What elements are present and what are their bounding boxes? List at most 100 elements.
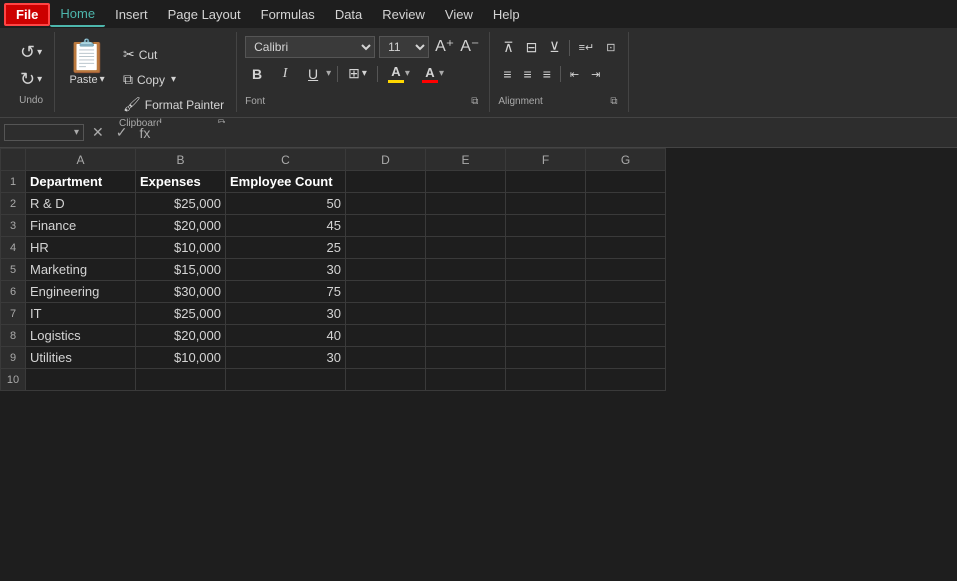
cell[interactable] [426, 171, 506, 193]
name-box[interactable]: ▾ [4, 124, 84, 141]
align-left-button[interactable]: ≡ [498, 63, 516, 85]
cell[interactable] [26, 369, 136, 391]
cell[interactable] [426, 325, 506, 347]
cell[interactable]: $25,000 [136, 193, 226, 215]
cut-button[interactable]: ✂ Cut [119, 44, 228, 65]
menu-item-formulas[interactable]: Formulas [251, 3, 325, 26]
cell[interactable]: IT [26, 303, 136, 325]
cell[interactable] [346, 303, 426, 325]
cell[interactable] [586, 325, 666, 347]
col-header-g[interactable]: G [586, 149, 666, 171]
menu-item-data[interactable]: Data [325, 3, 372, 26]
align-top-button[interactable]: ⊼ [498, 36, 518, 59]
cell[interactable] [426, 193, 506, 215]
cell[interactable] [586, 171, 666, 193]
increase-indent-button[interactable]: ⇥ [586, 65, 605, 84]
cell[interactable] [506, 281, 586, 303]
cell[interactable]: Utilities [26, 347, 136, 369]
format-painter-button[interactable]: 🖌 Format Painter [119, 94, 228, 115]
cell[interactable] [346, 215, 426, 237]
cell[interactable]: Employee Count [226, 171, 346, 193]
cell[interactable] [586, 303, 666, 325]
cell[interactable] [346, 347, 426, 369]
undo-button[interactable]: ↺ ▾ [16, 40, 46, 65]
cell[interactable]: Logistics [26, 325, 136, 347]
underline-button[interactable]: U [301, 64, 325, 84]
cell[interactable]: 30 [226, 303, 346, 325]
formula-confirm-button[interactable]: ✓ [112, 122, 132, 143]
cell[interactable] [346, 171, 426, 193]
copy-button[interactable]: ⧉ Copy ▾ [119, 69, 228, 90]
cell[interactable] [506, 325, 586, 347]
formula-fx-button[interactable]: fx [135, 123, 154, 143]
cell[interactable] [506, 193, 586, 215]
cell[interactable]: Marketing [26, 259, 136, 281]
align-bottom-button[interactable]: ⊻ [544, 36, 564, 59]
font-expand-button[interactable]: ⧉ [468, 95, 481, 108]
decrease-font-size-button[interactable]: A⁻ [458, 39, 481, 55]
cell[interactable]: Engineering [26, 281, 136, 303]
decrease-indent-button[interactable]: ⇤ [565, 65, 584, 84]
cell[interactable] [136, 369, 226, 391]
redo-button[interactable]: ↻ ▾ [16, 67, 46, 92]
menu-item-view[interactable]: View [435, 3, 483, 26]
cell[interactable] [346, 325, 426, 347]
menu-item-insert[interactable]: Insert [105, 3, 158, 26]
cell[interactable] [426, 281, 506, 303]
menu-item-home[interactable]: Home [50, 2, 105, 27]
borders-button[interactable]: ⊞ ▾ [344, 63, 371, 84]
font-name-select[interactable]: Calibri [245, 36, 375, 58]
cell[interactable] [426, 215, 506, 237]
cell[interactable]: $20,000 [136, 325, 226, 347]
cell[interactable]: 45 [226, 215, 346, 237]
formula-cancel-button[interactable]: ✕ [88, 122, 108, 143]
cell[interactable] [586, 193, 666, 215]
cell[interactable]: $10,000 [136, 347, 226, 369]
col-header-e[interactable]: E [426, 149, 506, 171]
cell[interactable] [426, 303, 506, 325]
cell[interactable] [506, 303, 586, 325]
cell[interactable] [506, 369, 586, 391]
cell[interactable] [346, 259, 426, 281]
cell[interactable] [586, 215, 666, 237]
cell[interactable]: 75 [226, 281, 346, 303]
cell[interactable]: 40 [226, 325, 346, 347]
cell[interactable] [226, 369, 346, 391]
menu-item-page-layout[interactable]: Page Layout [158, 3, 251, 26]
align-right-button[interactable]: ≡ [538, 63, 556, 85]
merge-center-button[interactable]: ⊡ [601, 38, 620, 57]
wrap-text-button[interactable]: ≡↵ [574, 38, 600, 57]
menu-item-review[interactable]: Review [372, 3, 435, 26]
cell[interactable] [346, 193, 426, 215]
cell[interactable] [506, 237, 586, 259]
cell[interactable] [586, 281, 666, 303]
cell[interactable]: Expenses [136, 171, 226, 193]
highlight-color-button[interactable]: A ▾ [384, 62, 414, 85]
font-size-select[interactable]: 11 [379, 36, 429, 58]
col-header-a[interactable]: A [26, 149, 136, 171]
formula-input[interactable] [158, 123, 953, 142]
cell[interactable] [346, 369, 426, 391]
italic-button[interactable]: I [273, 64, 297, 84]
col-header-c[interactable]: C [226, 149, 346, 171]
cell[interactable]: HR [26, 237, 136, 259]
increase-font-size-button[interactable]: A⁺ [433, 39, 456, 55]
paste-button[interactable]: 📋 Paste ▾ [63, 36, 111, 90]
cell[interactable]: 30 [226, 259, 346, 281]
font-color-button[interactable]: A ▾ [418, 63, 448, 85]
cell[interactable]: 25 [226, 237, 346, 259]
cell[interactable] [506, 215, 586, 237]
cell[interactable] [426, 369, 506, 391]
cell[interactable]: $10,000 [136, 237, 226, 259]
cell[interactable] [346, 281, 426, 303]
cell[interactable] [346, 237, 426, 259]
cell[interactable]: $20,000 [136, 215, 226, 237]
cell[interactable] [586, 347, 666, 369]
cell[interactable]: Department [26, 171, 136, 193]
cell[interactable]: 50 [226, 193, 346, 215]
cell[interactable] [426, 347, 506, 369]
cell[interactable] [426, 237, 506, 259]
cell[interactable]: $30,000 [136, 281, 226, 303]
cell[interactable] [586, 369, 666, 391]
cell[interactable]: Finance [26, 215, 136, 237]
